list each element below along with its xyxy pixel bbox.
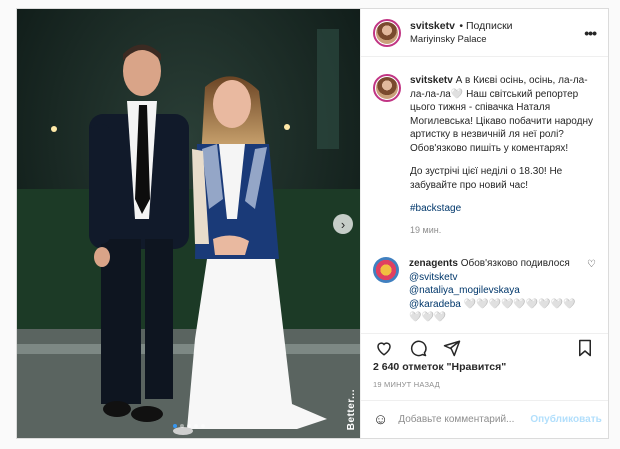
publish-button[interactable]: Опубликовать (530, 414, 601, 425)
carousel-dot (187, 424, 191, 428)
comments-area[interactable]: svitsketv А в Києві осінь, осінь, ла-ла-… (361, 58, 608, 326)
author-avatar[interactable] (373, 18, 401, 47)
comment-icon (410, 340, 427, 356)
author-info: svitsketv • Подписки Mariyinsky Palace (410, 18, 584, 47)
comment-text: Обов'язково подивлося (460, 258, 570, 269)
chevron-right-icon: › (340, 216, 346, 232)
share-button[interactable] (441, 337, 463, 359)
comment-body: zenagents Обов'язково подивлося @svitske… (409, 257, 581, 325)
post-header: svitsketv • Подписки Mariyinsky Palace •… (361, 9, 608, 57)
caption-text-1: А в Києві осінь, осінь, ла-ла-ла-ла-ла🤍 … (410, 75, 593, 154)
caption-body: svitsketv А в Києві осінь, осінь, ла-ла-… (410, 74, 596, 237)
comment-button[interactable] (407, 337, 429, 359)
post-photo[interactable]: › Better... (17, 9, 360, 438)
comment-input[interactable] (398, 414, 531, 425)
mention-link[interactable]: @karadeba 🤍🤍🤍🤍🤍🤍🤍🤍🤍🤍🤍🤍 (409, 299, 576, 324)
commenter-username[interactable]: zenagents (409, 258, 458, 269)
next-photo-button[interactable]: › (333, 214, 353, 234)
share-icon (443, 340, 461, 356)
mention-link[interactable]: @nataliya_mogilevskaya (409, 285, 520, 296)
caption-avatar[interactable] (373, 74, 401, 102)
watermark: Better... (346, 388, 357, 430)
action-bar (361, 333, 608, 361)
author-username[interactable]: svitsketv (410, 20, 455, 32)
comment-item: zenagents Обов'язково подивлося @svitske… (373, 257, 596, 325)
emoji-icon[interactable]: ☺ (373, 411, 388, 428)
instagram-post: › Better... svitsketv • Подписки Mariyin… (16, 8, 609, 439)
photo-image (17, 9, 360, 438)
location-link[interactable]: Mariyinsky Palace (410, 33, 584, 47)
commenter-avatar[interactable] (373, 257, 399, 283)
hashtag-link[interactable]: #backstage (410, 202, 596, 216)
comment-like-heart-icon[interactable]: ♡ (587, 259, 596, 325)
save-button[interactable] (574, 337, 596, 359)
caption-text-2: До зустрічі цієї неділі о 18.30! Не забу… (410, 166, 563, 191)
post-sidebar: svitsketv • Подписки Mariyinsky Palace •… (360, 9, 608, 438)
carousel-indicator (173, 424, 205, 428)
caption-username[interactable]: svitsketv (410, 75, 453, 86)
heart-icon (377, 341, 391, 356)
carousel-dot (194, 424, 198, 428)
post-timestamp[interactable]: 19 МИНУТ НАЗАД (373, 380, 440, 389)
likes-count[interactable]: 2 640 отметок "Нравится" (373, 361, 506, 373)
add-comment-bar: ☺ Опубликовать (361, 400, 608, 438)
bookmark-icon (579, 339, 591, 356)
more-dots-icon[interactable]: ••• (584, 25, 597, 41)
carousel-dot (180, 424, 184, 428)
carousel-dot (201, 424, 205, 428)
mention-link[interactable]: @svitsketv (409, 272, 458, 283)
caption-time: 19 мин. (410, 224, 442, 235)
following-label[interactable]: • Подписки (459, 20, 512, 32)
carousel-dot-active (173, 424, 177, 428)
caption: svitsketv А в Києві осінь, осінь, ла-ла-… (373, 74, 596, 237)
like-button[interactable] (373, 337, 395, 359)
